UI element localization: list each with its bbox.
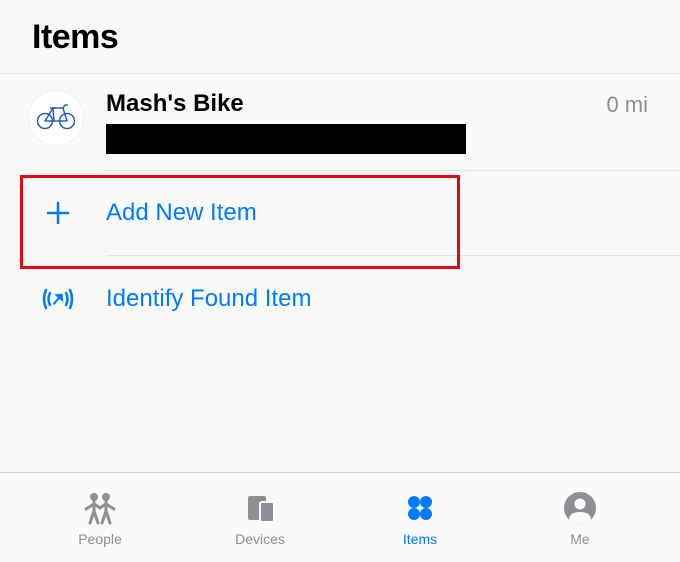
devices-icon bbox=[242, 489, 278, 527]
bicycle-icon bbox=[36, 102, 76, 135]
tab-items-label: Items bbox=[403, 531, 437, 547]
item-distance: 0 mi bbox=[606, 92, 648, 118]
add-new-item-row[interactable]: Add New Item bbox=[0, 171, 680, 255]
tab-bar: People Devices Items bbox=[0, 472, 680, 562]
identify-found-item-row[interactable]: Identify Found Item bbox=[0, 256, 680, 342]
item-name: Mash's Bike bbox=[106, 90, 606, 118]
tab-items[interactable]: Items bbox=[370, 489, 470, 547]
add-new-item-label: Add New Item bbox=[106, 199, 257, 227]
page-title: Items bbox=[32, 18, 648, 57]
item-details: Mash's Bike bbox=[106, 90, 606, 154]
tab-me[interactable]: Me bbox=[530, 489, 630, 547]
page-header: Items bbox=[0, 0, 680, 74]
identify-icon bbox=[38, 284, 78, 314]
identify-found-item-label: Identify Found Item bbox=[106, 285, 311, 313]
item-row[interactable]: Mash's Bike 0 mi bbox=[0, 74, 680, 170]
item-location-redacted bbox=[106, 124, 466, 154]
plus-icon bbox=[38, 200, 78, 226]
item-icon-circle bbox=[28, 90, 84, 146]
items-list: Mash's Bike 0 mi Add New Item Identify F… bbox=[0, 74, 680, 342]
tab-people-label: People bbox=[78, 531, 122, 547]
people-icon bbox=[80, 489, 120, 527]
tab-people[interactable]: People bbox=[50, 489, 150, 547]
tab-me-label: Me bbox=[570, 531, 589, 547]
tab-devices-label: Devices bbox=[235, 531, 285, 547]
items-icon bbox=[404, 489, 436, 527]
person-circle-icon bbox=[563, 489, 597, 527]
tab-devices[interactable]: Devices bbox=[210, 489, 310, 547]
